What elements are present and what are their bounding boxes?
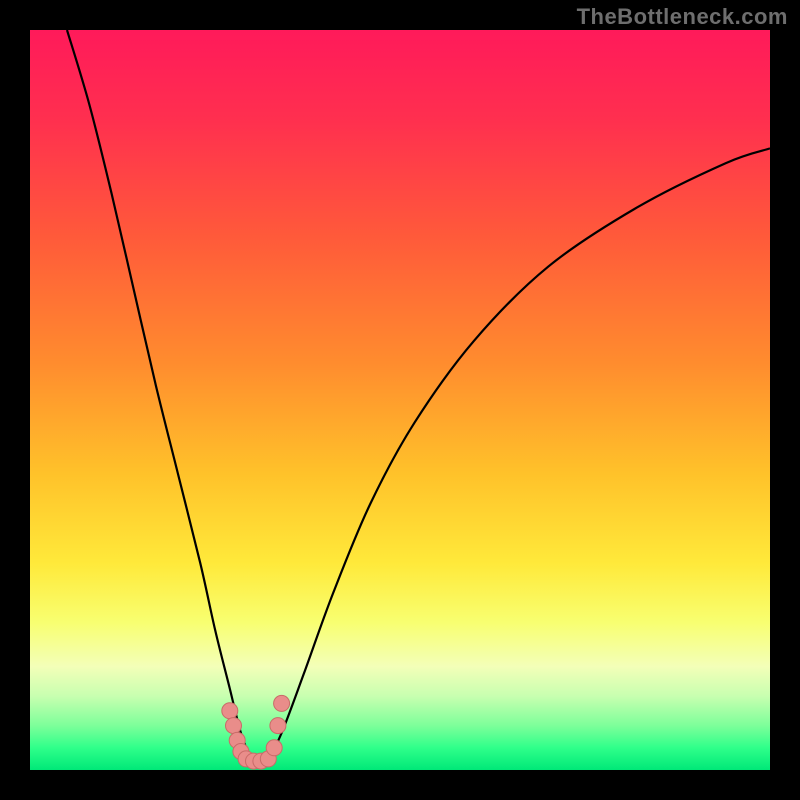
marker-group [222, 695, 290, 769]
watermark-text: TheBottleneck.com [577, 4, 788, 30]
curve-layer [30, 30, 770, 770]
highlight-marker [266, 740, 282, 756]
chart-frame: TheBottleneck.com [0, 0, 800, 800]
plot-area [30, 30, 770, 770]
highlight-marker [222, 703, 238, 719]
right-branch-curve [267, 148, 770, 762]
highlight-marker [274, 695, 290, 711]
highlight-marker [226, 718, 242, 734]
left-branch-curve [67, 30, 252, 763]
highlight-marker [270, 718, 286, 734]
